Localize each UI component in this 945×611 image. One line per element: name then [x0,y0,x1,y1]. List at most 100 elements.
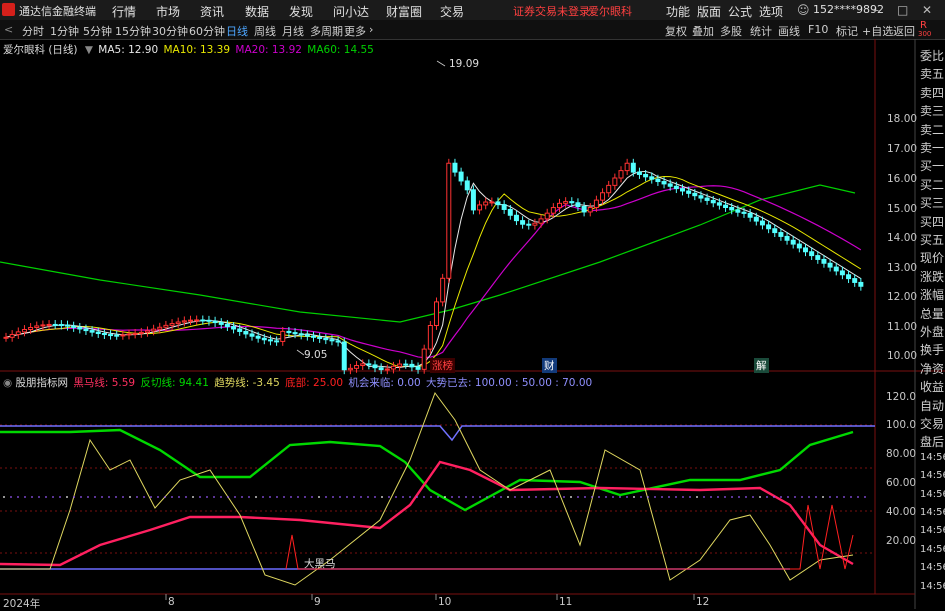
event-cai[interactable]: 财 [542,358,557,373]
return-button[interactable]: 返回 [893,23,915,39]
side-panel-item[interactable]: 14:56 [920,581,945,592]
menu-shichang[interactable]: 市场 [156,3,180,20]
menu-jiaoyi[interactable]: 交易 [440,3,464,20]
event-zhangbang[interactable]: 涨榜 [430,358,455,373]
candle [9,334,15,338]
side-panel-item[interactable]: 14:56 [920,544,945,555]
duogu-button[interactable]: 多股 [720,23,742,39]
tab-weekly[interactable]: 周线 [254,23,276,39]
candle [384,368,390,371]
indicator-settings-icon[interactable]: ◉ [3,377,12,389]
trade-login-notice[interactable]: 证券交易未登录 [513,3,590,19]
maximize-icon[interactable]: □ [897,3,908,17]
candle [790,239,796,245]
side-panel-item[interactable]: 交易 [920,415,945,432]
huaxian-button[interactable]: 画线 [778,23,800,39]
event-jie[interactable]: 解 [754,358,769,373]
candle [212,320,218,324]
candle [716,202,722,206]
dashi-dot [73,496,75,498]
menu-zixun[interactable]: 资讯 [200,3,224,20]
side-panel-item[interactable]: 净资 [920,360,945,377]
dashi-dot [94,496,96,498]
menu-wenxiaoda[interactable]: 问小达 [333,3,369,20]
menu-gongshi[interactable]: 公式 [728,3,752,20]
side-panel-item[interactable]: 买四 [920,213,945,230]
candle [557,202,562,209]
side-panel-item[interactable]: 14:56 [920,489,945,500]
menu-shuju[interactable]: 数据 [245,3,269,20]
menu-hangqing[interactable]: 行情 [112,3,136,20]
side-panel-item[interactable]: 自动 [920,397,945,414]
more-chevron-icon[interactable]: › [369,23,373,36]
tab-multi-period[interactable]: 多周期 [310,23,343,39]
menu-banmian[interactable]: 版面 [697,3,721,20]
side-panel-item[interactable]: 现价 [920,249,945,266]
side-panel-item[interactable]: 收益 [920,378,945,395]
menu-gongneng[interactable]: 功能 [666,3,690,20]
dashi-dot [367,496,369,498]
side-panel-item[interactable]: 卖三 [920,102,945,119]
side-panel-item[interactable]: 卖四 [920,84,945,101]
tab-daily[interactable]: 日线 [226,23,248,39]
side-panel-item[interactable]: 涨跌 [920,268,945,285]
side-panel-item[interactable]: 14:56 [920,452,945,463]
menu-faxian[interactable]: 发现 [289,3,313,20]
candle [470,189,476,211]
diejia-button[interactable]: 叠加 [692,23,714,39]
side-panel-item[interactable]: 14:56 [920,470,945,481]
side-panel-item[interactable]: 涨幅 [920,286,945,303]
minimize-icon[interactable]: – [873,3,879,17]
candle [3,336,9,339]
tab-1min[interactable]: 1分钟 [50,23,79,39]
side-panel-item[interactable]: 买三 [920,194,945,211]
candle [827,262,833,268]
tab-monthly[interactable]: 月线 [282,23,304,39]
candle [261,337,267,341]
indicator-header: ◉ 股朋指标网 黑马线: 5.59 反切线: 94.41 趋势线: -3.45 … [3,375,592,390]
side-panel-item[interactable]: 14:56 [920,507,945,518]
side-panel-item[interactable]: 卖二 [920,121,945,138]
side-panel-item[interactable]: 卖一 [920,139,945,156]
f10-button[interactable]: F10 [808,23,828,36]
heima-label: 黑马线: 5.59 [73,377,136,389]
tab-30min[interactable]: 30分钟 [152,23,188,39]
back-arrow-icon[interactable]: < [4,23,13,36]
tab-more[interactable]: 更多 [344,23,366,39]
side-panel-item[interactable]: 买一 [920,157,945,174]
dropdown-icon[interactable]: ▼ [85,44,93,56]
tab-15min[interactable]: 15分钟 [115,23,151,39]
candle [440,277,446,303]
menu-xuanxiang[interactable]: 选项 [759,3,783,20]
side-panel-item[interactable]: 14:56 [920,562,945,573]
tab-5min[interactable]: 5分钟 [83,23,112,39]
side-panel-item[interactable]: 换手 [920,341,945,358]
candle [667,183,673,187]
side-panel-item[interactable]: 买五 [920,231,945,248]
side-panel-item[interactable]: 委比 [920,47,945,64]
tongji-button[interactable]: 统计 [750,23,772,39]
side-panel-item[interactable]: 买二 [920,176,945,193]
side-panel-item[interactable]: 14:56 [920,525,945,536]
add-watchlist-button[interactable]: +自选 [862,23,893,39]
menu-caifuquan[interactable]: 财富圈 [386,3,422,20]
candle [741,211,747,214]
tab-fenshi[interactable]: 分时 [22,23,44,39]
kline-chart[interactable] [0,39,945,609]
candle [329,339,335,342]
user-icon[interactable]: ☺ [797,3,810,17]
dashi-dot [626,496,628,498]
side-panel-item[interactable]: 盘后 [920,433,945,450]
candle [710,199,716,204]
side-panel-item[interactable]: 总量 [920,305,945,322]
indicator-name[interactable]: 股朋指标网 [16,377,69,389]
tab-60min[interactable]: 60分钟 [189,23,225,39]
high-marker [436,60,446,67]
fuquan-button[interactable]: 复权 [665,23,687,39]
dashi-dot [829,496,831,498]
close-icon[interactable]: ✕ [922,3,932,17]
side-panel-item[interactable]: 外盘 [920,323,945,340]
dashi-dot [31,496,33,498]
biaoji-button[interactable]: 标记 [836,23,858,39]
side-panel-item[interactable]: 卖五 [920,65,945,82]
